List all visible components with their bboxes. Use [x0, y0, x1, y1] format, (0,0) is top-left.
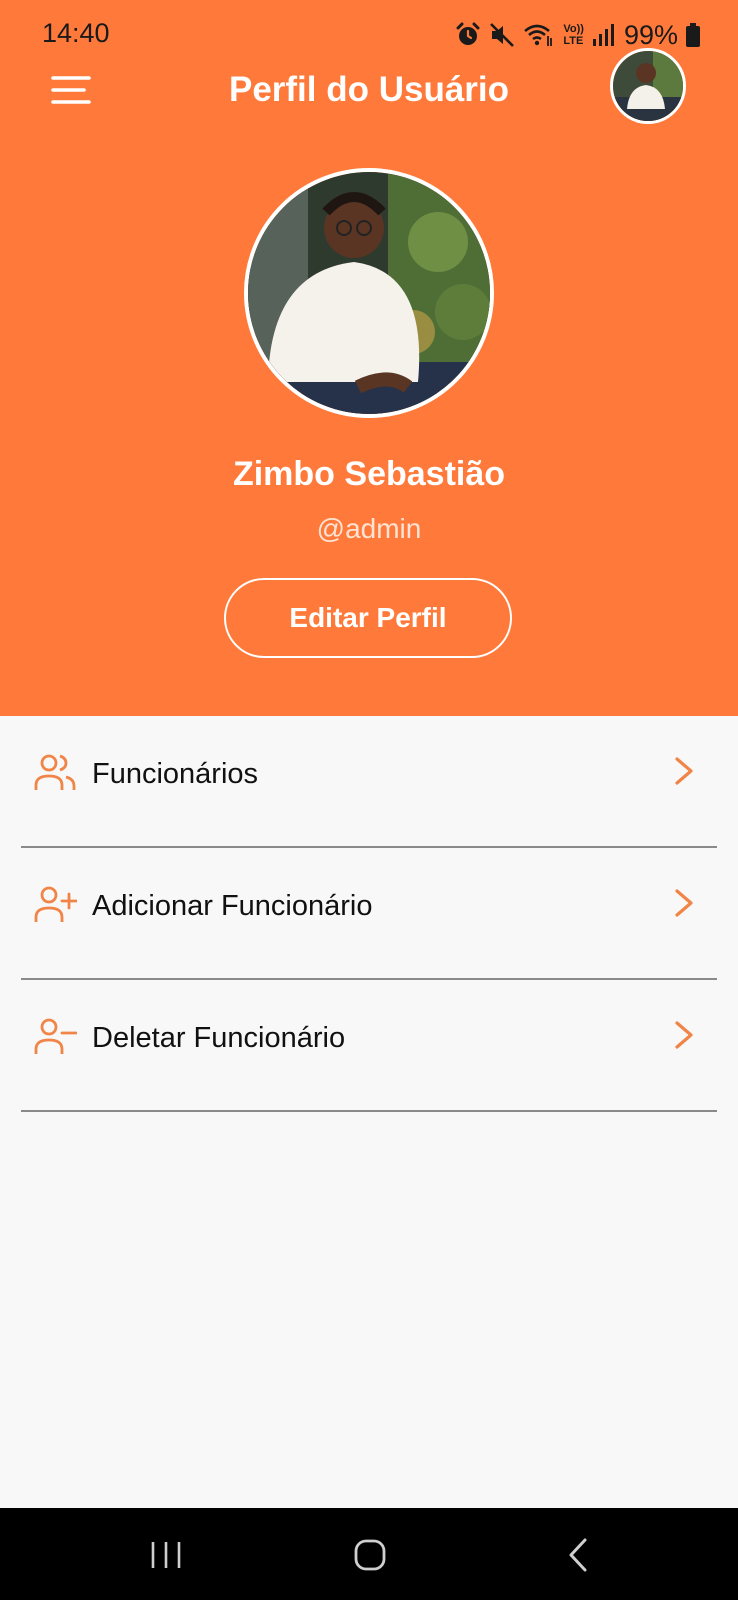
back-icon: [569, 1538, 587, 1572]
menu-item-label: Funcionários: [92, 758, 259, 790]
status-icons: Vo)) LTE 99%: [455, 18, 700, 52]
header-avatar[interactable]: [610, 48, 686, 124]
hamburger-icon: [51, 76, 91, 104]
volte-bottom-label: LTE: [563, 35, 584, 47]
battery-icon: [686, 23, 700, 47]
user-name: Zimbo Sebastião: [232, 455, 506, 493]
menu-item-delete-employee[interactable]: Deletar Funcionário: [21, 980, 717, 1112]
user-minus-icon: [34, 1018, 77, 1054]
back-button[interactable]: [555, 1532, 601, 1578]
mute-icon: [489, 22, 515, 48]
chevron-right-icon: [675, 889, 693, 917]
battery-percent: 99%: [623, 19, 678, 50]
profile-photo: [244, 168, 494, 418]
profile-header: 14:40 Vo)) LTE 99% Perfil do Usuário Zim…: [0, 0, 738, 716]
menu-button[interactable]: [48, 70, 96, 110]
signal-icon: [592, 23, 614, 47]
chevron-right-icon: [675, 1021, 693, 1049]
volte-icon: Vo)) LTE: [563, 23, 584, 47]
users-icon: [34, 754, 76, 790]
menu-item-label: Adicionar Funcionário: [92, 890, 373, 922]
menu-list: Funcionários Adicionar Funcionário Delet…: [21, 716, 717, 1112]
chevron-right-icon: [675, 757, 693, 785]
home-button[interactable]: [347, 1532, 393, 1578]
user-handle: @admin: [316, 513, 422, 544]
menu-item-add-employee[interactable]: Adicionar Funcionário: [21, 848, 717, 980]
page-title: Perfil do Usuário: [228, 70, 510, 109]
home-icon: [354, 1539, 386, 1571]
edit-profile-button[interactable]: Editar Perfil: [224, 578, 512, 658]
system-nav-bar: [0, 1508, 738, 1600]
recents-button[interactable]: [143, 1532, 189, 1578]
volte-top-label: Vo)): [563, 23, 584, 35]
user-plus-icon: [34, 886, 77, 922]
status-time: 14:40: [42, 18, 110, 48]
recents-icon: [151, 1542, 181, 1568]
profile-photo-image: [248, 172, 490, 414]
avatar-photo-icon: [613, 51, 683, 121]
alarm-icon: [455, 22, 481, 48]
menu-item-employees[interactable]: Funcionários: [21, 716, 717, 848]
menu-item-label: Deletar Funcionário: [92, 1022, 346, 1054]
wifi-icon: [523, 22, 555, 48]
